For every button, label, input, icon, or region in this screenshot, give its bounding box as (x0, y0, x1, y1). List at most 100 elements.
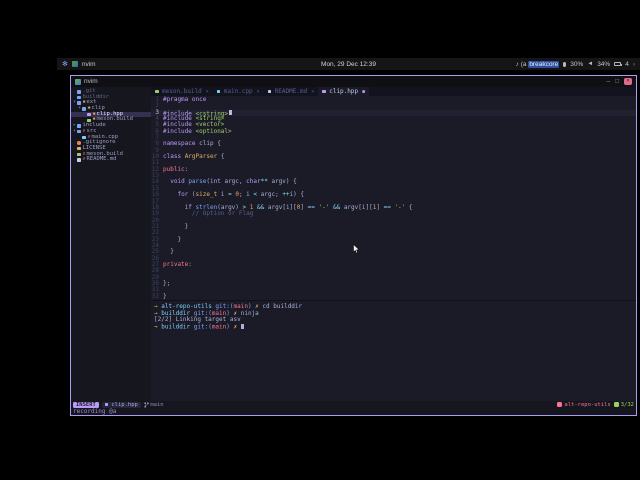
window-title: nvim (84, 78, 98, 85)
mic-level: 30% (570, 60, 584, 68)
speaker-icon[interactable]: ◄ (587, 61, 593, 67)
close-button[interactable]: × (624, 78, 632, 85)
code-token: } (163, 222, 189, 230)
code-text: private: (163, 260, 192, 268)
tab-clip.hpp[interactable]: clip.hpp ● (318, 87, 370, 96)
battery-level: 4 (625, 60, 629, 68)
project-label: alt-repo-utils (564, 401, 611, 408)
folder-icon (77, 129, 81, 134)
tab-README.md[interactable]: README.md × (263, 87, 319, 96)
file-tree[interactable]: .git builddir ▾ ✱ ext ▾ ✱ clip ✱ clip.hpp ✱ meson.b… (71, 87, 151, 401)
statusline: INSERT clip.hpp main alt-repo-utils 3/32 (71, 401, 636, 408)
statusline-file-label: clip.hpp (111, 401, 138, 408)
media-prefix: ♪ (a (515, 60, 529, 68)
editor-column: meson.build × main.cpp × README.md × clip.hpp ●… (151, 87, 636, 401)
media-highlight: breakcore (528, 60, 560, 68)
window-titlebar[interactable]: nvim – □ × (71, 76, 636, 87)
mode-indicator: INSERT (73, 401, 99, 408)
top-panel: ✻ nvim Mon, 29 Dec 12:39 ♪ (a breakcore … (57, 58, 640, 70)
git-status-icon: ✱ (87, 105, 91, 112)
code-text: }; (163, 279, 171, 287)
folder-icon (77, 124, 81, 128)
panel-chevron-icon[interactable]: › (633, 61, 635, 68)
folder-icon (82, 107, 86, 111)
terminal-cursor (240, 323, 244, 330)
code-text: class ArgParser { (163, 153, 225, 161)
modified-dot-icon[interactable]: ● (362, 89, 365, 95)
code-token: }; (163, 279, 171, 287)
code-text: void parse(int argc, char** argv) { (163, 179, 297, 185)
code-token: ++ (282, 191, 290, 199)
code-text: #include <optional> (163, 127, 232, 135)
terminal-token: ) (226, 323, 234, 331)
microphone-icon[interactable] (563, 61, 567, 67)
folder-icon (77, 90, 81, 94)
code-token: ] (300, 203, 308, 211)
code-token: : (188, 260, 192, 268)
code-token: char (246, 178, 261, 186)
tab-label: clip.hpp (329, 88, 359, 95)
project-badge: alt-repo-utils (557, 401, 611, 408)
tab-label: main.cpp (223, 88, 253, 95)
code-token: '-' (394, 203, 406, 211)
terminal-token: cd builddir (262, 303, 303, 310)
code-token: size_t (195, 191, 218, 199)
editor-cursor (228, 109, 232, 116)
code-token: <optional> (195, 127, 232, 135)
code-text: } (163, 222, 189, 230)
code-token: == (383, 203, 391, 211)
code-token: class (163, 153, 182, 161)
tab-label: meson.build (162, 88, 202, 95)
hpp-icon (87, 112, 91, 117)
code-token: clip { (195, 140, 221, 148)
terminal-split[interactable]: → alt-repo-utils git:(main) ✗ cd builddi… (151, 300, 636, 401)
md-file-icon (267, 89, 272, 94)
tree-item-README.md[interactable]: ✗ README.md (71, 157, 151, 163)
tab-close-icon[interactable]: × (311, 89, 314, 95)
code-editor[interactable]: 1 #pragma once 2 3 #include <cstring> 4 #inclu… (151, 96, 636, 300)
code-token: } (163, 248, 174, 256)
code-token: { (217, 153, 225, 161)
tab-meson.build[interactable]: meson.build × (151, 87, 213, 96)
tab-close-icon[interactable]: × (257, 89, 260, 95)
code-token: #pragma once (163, 96, 207, 103)
hpp-file-icon (322, 89, 326, 94)
code-token: i (217, 191, 229, 199)
code-text: // Option or Flag (163, 211, 253, 217)
command-line[interactable]: recording @a (71, 408, 636, 415)
code-token: argv) { (267, 178, 297, 186)
nvim-icon (75, 78, 81, 85)
code-token: ] (376, 203, 384, 211)
code-token: argc, (220, 178, 247, 186)
tab-main.cpp[interactable]: main.cpp × (212, 87, 264, 96)
statusline-filename: clip.hpp (101, 401, 141, 408)
file-icon (77, 146, 81, 151)
code-token: ** (260, 178, 268, 186)
code-token: argv[i][ (340, 203, 373, 211)
git-status-icon: ✱ (82, 99, 86, 106)
terminal-token: main (211, 323, 227, 331)
tab-close-icon[interactable]: × (206, 89, 209, 95)
code-token: argv[i][ (264, 203, 297, 211)
minimize-button[interactable]: – (606, 78, 610, 85)
code-token: } (163, 235, 182, 243)
media-title[interactable]: ♪ (a breakcore (515, 60, 560, 68)
cpp-file-icon (216, 89, 221, 94)
code-text: #pragma once (163, 96, 207, 103)
code-text: for (size_t i = 0; i < argc; ++i) { (163, 191, 304, 199)
code-text: } (163, 235, 182, 243)
maximize-button[interactable]: □ (615, 78, 619, 85)
code-token: parse (188, 178, 207, 186)
position-label: 3/32 (620, 401, 634, 408)
md-icon (77, 158, 81, 162)
project-icon (557, 402, 563, 407)
code-token: == (307, 203, 315, 211)
battery-icon[interactable] (614, 62, 622, 66)
code-token: public (163, 165, 185, 173)
code-token: void (170, 178, 185, 186)
terminal-token: git:( (193, 323, 212, 331)
branch-label: main (150, 401, 164, 408)
tab-label: README.md (274, 88, 308, 95)
